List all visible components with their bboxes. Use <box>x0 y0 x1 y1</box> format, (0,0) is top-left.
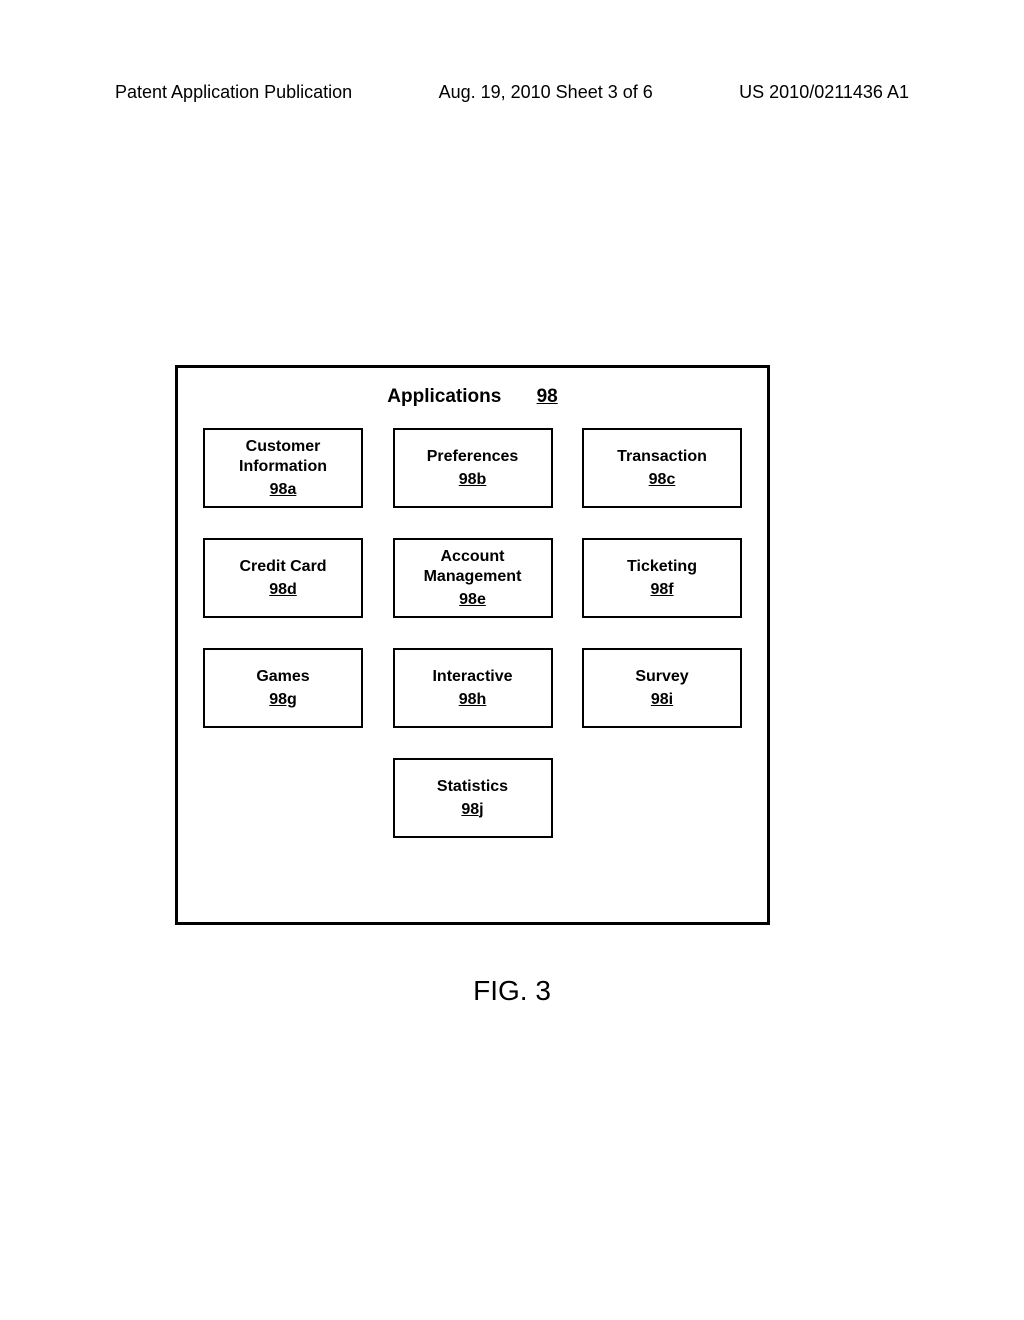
box-label: Account Management <box>395 547 551 587</box>
box-label: Preferences <box>427 447 519 467</box>
box-ticketing: Ticketing 98f <box>582 538 742 618</box>
box-games: Games 98g <box>203 648 363 728</box>
box-ref: 98g <box>269 690 297 710</box>
box-survey: Survey 98i <box>582 648 742 728</box>
box-ref: 98j <box>461 800 483 820</box>
box-preferences: Preferences 98b <box>393 428 553 508</box>
grid-row-1: Customer Information 98a Preferences 98b… <box>203 428 742 508</box>
box-ref: 98d <box>269 580 297 600</box>
header-date-sheet: Aug. 19, 2010 Sheet 3 of 6 <box>439 82 653 103</box>
box-label: Interactive <box>432 667 512 687</box>
box-customer-information: Customer Information 98a <box>203 428 363 508</box>
box-ref: 98e <box>459 590 486 610</box>
container-ref: 98 <box>537 386 558 408</box>
box-transaction: Transaction 98c <box>582 428 742 508</box>
box-label: Ticketing <box>627 557 697 577</box>
header-patent-number: US 2010/0211436 A1 <box>739 82 909 103</box>
box-label: Statistics <box>437 777 508 797</box>
box-ref: 98h <box>459 690 487 710</box>
box-ref: 98b <box>459 470 487 490</box>
box-credit-card: Credit Card 98d <box>203 538 363 618</box>
box-label: Transaction <box>617 447 707 467</box>
box-label: Games <box>256 667 309 687</box>
header-publication: Patent Application Publication <box>115 82 352 103</box>
box-label: Customer Information <box>205 437 361 477</box>
box-ref: 98f <box>650 580 673 600</box>
box-label: Survey <box>635 667 688 687</box>
box-label: Credit Card <box>239 557 326 577</box>
application-grid: Customer Information 98a Preferences 98b… <box>203 428 742 838</box>
box-ref: 98a <box>270 480 297 500</box>
box-account-management: Account Management 98e <box>393 538 553 618</box>
box-ref: 98i <box>651 690 673 710</box>
figure-caption: FIG. 3 <box>0 975 1024 1007</box>
applications-container: Applications 98 Customer Information 98a… <box>175 365 770 925</box>
grid-row-2: Credit Card 98d Account Management 98e T… <box>203 538 742 618</box>
box-statistics: Statistics 98j <box>393 758 553 838</box>
grid-row-4: Statistics 98j <box>203 758 742 838</box>
box-interactive: Interactive 98h <box>393 648 553 728</box>
grid-row-3: Games 98g Interactive 98h Survey 98i <box>203 648 742 728</box>
container-title: Applications <box>387 386 501 408</box>
box-ref: 98c <box>649 470 676 490</box>
container-title-row: Applications 98 <box>203 386 742 408</box>
page-header: Patent Application Publication Aug. 19, … <box>0 82 1024 103</box>
